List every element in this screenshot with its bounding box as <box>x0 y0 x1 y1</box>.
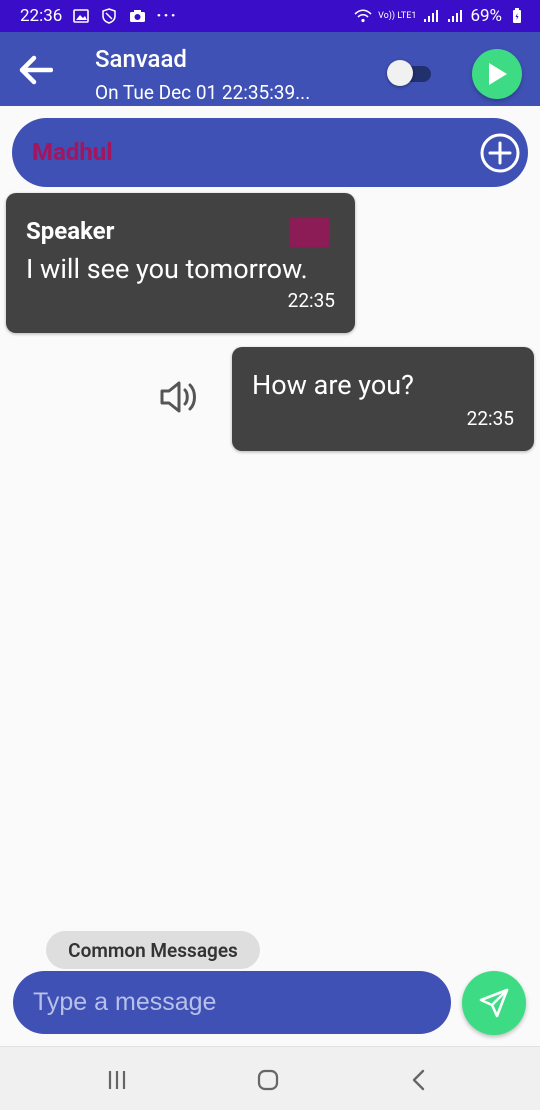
add-button[interactable] <box>480 133 520 173</box>
partner-name: Madhul <box>32 138 113 166</box>
chevron-left-icon <box>412 1069 425 1091</box>
incoming-message[interactable]: Speaker I will see you tomorrow. 22:35 <box>6 193 355 333</box>
network-label: Vo)) LTE1 <box>378 10 417 21</box>
toggle-knob <box>387 60 413 86</box>
partner-bar[interactable]: Madhul <box>12 118 528 187</box>
plus-circle-icon <box>480 133 520 173</box>
more-dots-icon: ··· <box>156 6 178 26</box>
battery-icon <box>508 7 526 25</box>
recent-apps-button[interactable] <box>102 1065 132 1095</box>
speaker-icon[interactable] <box>158 378 202 416</box>
home-icon <box>257 1069 279 1091</box>
battery-percent: 69% <box>470 6 502 26</box>
message-text: I will see you tomorrow. <box>26 253 308 285</box>
status-bar: 22:36 ··· Vo)) LTE1 69% <box>0 0 540 32</box>
message-text: How are you? <box>252 369 414 401</box>
mode-toggle[interactable] <box>387 60 431 86</box>
app-bar: Sanvaad On Tue Dec 01 22:35:39... <box>0 32 540 106</box>
signal-icon <box>422 7 440 25</box>
status-bar-right: Vo)) LTE1 69% <box>354 6 526 26</box>
status-time: 22:36 <box>20 6 63 26</box>
message-time: 22:35 <box>466 407 514 430</box>
back-button[interactable] <box>16 52 56 88</box>
system-nav-bar <box>0 1046 540 1110</box>
message-input-container <box>13 971 451 1034</box>
send-icon <box>479 988 509 1018</box>
send-button[interactable] <box>462 971 526 1035</box>
camera-icon <box>128 7 146 25</box>
play-button[interactable] <box>472 49 522 99</box>
chat-subtitle: On Tue Dec 01 22:35:39... <box>95 81 311 104</box>
message-sender: Speaker <box>26 217 115 245</box>
message-input[interactable] <box>33 971 433 1034</box>
chat-title: Sanvaad <box>95 45 187 73</box>
status-bar-left: 22:36 ··· <box>20 6 178 26</box>
recent-apps-icon <box>108 1071 126 1089</box>
arrow-left-icon <box>19 55 53 85</box>
message-time: 22:35 <box>287 289 335 312</box>
common-messages-button[interactable]: Common Messages <box>46 931 260 969</box>
gallery-icon <box>72 7 90 25</box>
wifi-icon <box>354 7 372 25</box>
nav-back-button[interactable] <box>404 1065 434 1095</box>
shield-icon <box>100 7 118 25</box>
play-icon <box>489 63 507 85</box>
home-button[interactable] <box>253 1065 283 1095</box>
speaker-color-swatch <box>290 217 330 247</box>
outgoing-message[interactable]: How are you? 22:35 <box>232 347 534 451</box>
signal-icon <box>446 7 464 25</box>
